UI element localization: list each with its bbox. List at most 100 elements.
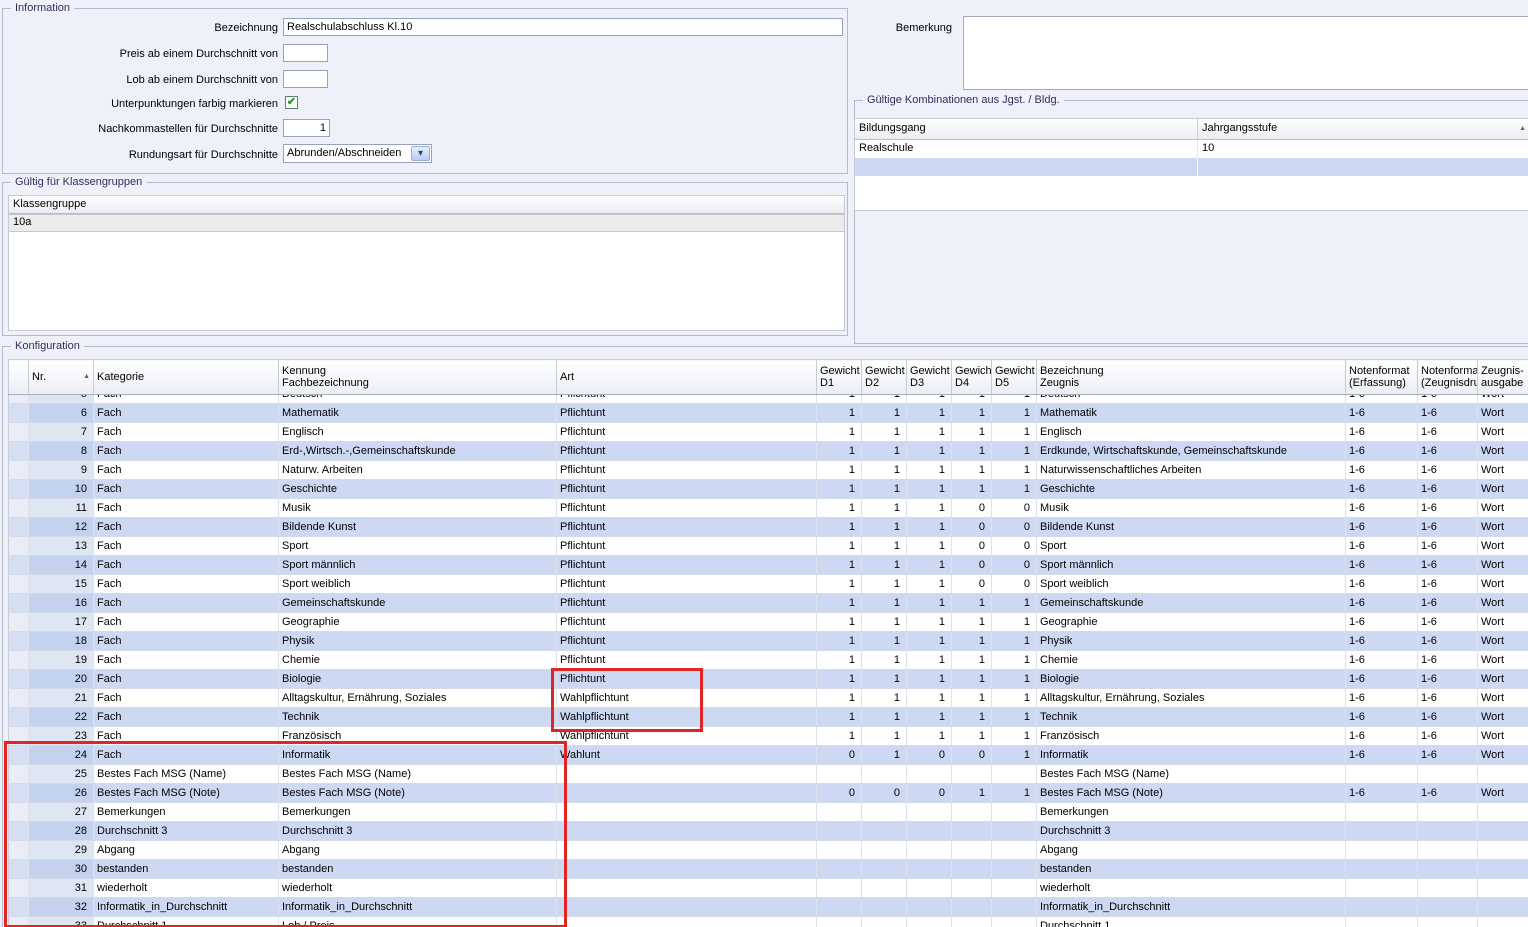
header-klassengruppe[interactable]: Klassengruppe	[9, 196, 844, 213]
konfiguration-table-row[interactable]: 21FachAlltagskultur, Ernährung, Soziales…	[9, 689, 1528, 708]
cell-nr: 13	[29, 537, 94, 556]
cell-kategorie: Fach	[94, 423, 279, 442]
header-bezeichnung-zeugnis[interactable]: Bezeichnung Zeugnis	[1037, 360, 1346, 395]
header-gewicht-d3[interactable]: GewichtD3	[907, 360, 952, 395]
cell-gewicht-d1: 1	[817, 499, 862, 518]
cell-jahrgangsstufe	[1198, 158, 1528, 176]
header-gewicht-d1[interactable]: GewichtD1	[817, 360, 862, 395]
cell-art	[557, 841, 817, 860]
kombinationen-selected-empty-row[interactable]	[855, 158, 1528, 176]
konfiguration-table-row[interactable]: 14FachSport männlichPflichtunt11100Sport…	[9, 556, 1528, 575]
preis-input[interactable]	[283, 44, 328, 62]
konfiguration-table-row[interactable]: 13FachSportPflichtunt11100Sport1-61-6Wor…	[9, 537, 1528, 556]
konfiguration-table-row[interactable]: 17FachGeographiePflichtunt11111Geographi…	[9, 613, 1528, 632]
bezeichnung-input[interactable]	[283, 18, 843, 36]
konfiguration-table-row[interactable]: 10FachGeschichtePflichtunt11111Geschicht…	[9, 480, 1528, 499]
cell-notenformat-zeugnisdruck: 1-6	[1418, 632, 1478, 651]
header-gewicht-d2[interactable]: GewichtD2	[862, 360, 907, 395]
cell-art	[557, 879, 817, 898]
header-gewicht-d5[interactable]: GewichtD5	[992, 360, 1037, 395]
cell-notenformat-erfassung: 1-6	[1346, 670, 1418, 689]
cell-bezeichnung-zeugnis: Chemie	[1037, 651, 1346, 670]
nachkommastellen-input[interactable]	[283, 119, 330, 137]
cell-gewicht-d5: 0	[992, 556, 1037, 575]
cell-nr: 29	[29, 841, 94, 860]
cell-zeugnisausgabe: Wort	[1478, 746, 1528, 765]
konfiguration-table-row[interactable]: 6FachMathematikPflichtunt11111Mathematik…	[9, 404, 1528, 423]
konfiguration-table-row[interactable]: 26Bestes Fach MSG (Note)Bestes Fach MSG …	[9, 784, 1528, 803]
konfiguration-table-row[interactable]: 30bestandenbestandenbestanden	[9, 860, 1528, 879]
lob-input[interactable]	[283, 70, 328, 88]
cell-gewicht-d2	[862, 898, 907, 917]
cell-nr: 16	[29, 594, 94, 613]
konfiguration-table-row[interactable]: 28Durchschnitt 3Durchschnitt 3Durchschni…	[9, 822, 1528, 841]
konfiguration-table-row[interactable]: 20FachBiologiePflichtunt11111Biologie1-6…	[9, 670, 1528, 689]
cell-notenformat-zeugnisdruck: 1-6	[1418, 727, 1478, 746]
header-bildungsgang[interactable]: Bildungsgang	[855, 119, 1198, 139]
cell-kategorie: Durchschnitt 3	[94, 822, 279, 841]
konfiguration-table-row[interactable]: 22FachTechnikWahlpflichtunt11111Technik1…	[9, 708, 1528, 727]
header-kennung[interactable]: Kennung Fachbezeichnung	[279, 360, 557, 395]
konfiguration-table-row[interactable]: 11FachMusikPflichtunt11100Musik1-61-6Wor…	[9, 499, 1528, 518]
header-zeugnisausgabe[interactable]: Zeugnis- ausgabe	[1478, 360, 1528, 395]
konfiguration-table-row[interactable]: 19FachChemiePflichtunt11111Chemie1-61-6W…	[9, 651, 1528, 670]
cell-kategorie: Informatik_in_Durchschnitt	[94, 898, 279, 917]
header-jahrgangsstufe[interactable]: Jahrgangsstufe ▲	[1198, 119, 1528, 139]
konfiguration-table-row[interactable]: 24FachInformatikWahlunt01001Informatik1-…	[9, 746, 1528, 765]
header-kategorie[interactable]: Kategorie	[94, 360, 279, 395]
header-art[interactable]: Art	[557, 360, 817, 395]
konfiguration-table-row[interactable]: 16FachGemeinschaftskundePflichtunt11111G…	[9, 594, 1528, 613]
klassengruppen-row[interactable]: 10a	[9, 214, 844, 232]
konfiguration-table-row[interactable]: 18FachPhysikPflichtunt11111Physik1-61-6W…	[9, 632, 1528, 651]
cell-gewicht-d2: 1	[862, 499, 907, 518]
cell-notenformat-erfassung	[1346, 803, 1418, 822]
konfiguration-table-row[interactable]: 31wiederholtwiederholtwiederholt	[9, 879, 1528, 898]
header-notenformat-erfassung[interactable]: Notenformat (Erfassung)	[1346, 360, 1418, 395]
cell-kategorie: Fach	[94, 480, 279, 499]
cell-zeugnisausgabe	[1478, 803, 1528, 822]
konfiguration-table-row[interactable]: 12FachBildende KunstPflichtunt11100Bilde…	[9, 518, 1528, 537]
rundungsart-select[interactable]: Abrunden/Abschneiden ▾	[283, 144, 432, 163]
konfiguration-table-row[interactable]: 15FachSport weiblichPflichtunt11100Sport…	[9, 575, 1528, 594]
cell-art	[557, 860, 817, 879]
cell-notenformat-zeugnisdruck: 1-6	[1418, 613, 1478, 632]
cell-notenformat-zeugnisdruck	[1418, 879, 1478, 898]
konfiguration-table-row[interactable]: 23FachFranzösischWahlpflichtunt11111Fran…	[9, 727, 1528, 746]
konfiguration-table-row[interactable]: 29AbgangAbgangAbgang	[9, 841, 1528, 860]
cell-kennung: Durchschnitt 3	[279, 822, 557, 841]
cell-gewicht-d1: 0	[817, 746, 862, 765]
cell-kennung: Lob / Preis	[279, 917, 557, 927]
row-selector	[9, 594, 29, 613]
dropdown-button[interactable]: ▾	[411, 146, 430, 161]
konfiguration-table-row[interactable]: 25Bestes Fach MSG (Name)Bestes Fach MSG …	[9, 765, 1528, 784]
bemerkung-textarea[interactable]	[963, 16, 1528, 90]
cell-kategorie: Fach	[94, 556, 279, 575]
cell-notenformat-erfassung	[1346, 898, 1418, 917]
header-notenformat-zeugnisdruck[interactable]: Notenformat (Zeugnisdruck)	[1418, 360, 1478, 395]
cell-art	[557, 765, 817, 784]
header-gewicht-d4[interactable]: GewichtD4	[952, 360, 992, 395]
konfiguration-table-row[interactable]: 9FachNaturw. ArbeitenPflichtunt11111Natu…	[9, 461, 1528, 480]
cell-gewicht-d3	[907, 841, 952, 860]
cell-art: Pflichtunt	[557, 395, 817, 404]
konfiguration-table: Nr. ▲ Kategorie Kennung Fachbezeichnung …	[8, 359, 1528, 927]
cell-gewicht-d4: 1	[952, 594, 992, 613]
cell-gewicht-d3: 1	[907, 518, 952, 537]
cell-gewicht-d2: 1	[862, 689, 907, 708]
cell-gewicht-d2: 1	[862, 404, 907, 423]
klassengruppen-table: Klassengruppe 10a	[8, 195, 845, 331]
cell-gewicht-d2: 1	[862, 423, 907, 442]
konfiguration-table-row[interactable]: 33Durchschnitt 1Lob / PreisDurchschnitt …	[9, 917, 1528, 927]
row-selector	[9, 480, 29, 499]
cell-zeugnisausgabe: Wort	[1478, 423, 1528, 442]
konfiguration-table-row[interactable]: 7FachEnglischPflichtunt11111Englisch1-61…	[9, 423, 1528, 442]
konfiguration-table-row[interactable]: 32Informatik_in_DurchschnittInformatik_i…	[9, 898, 1528, 917]
konfiguration-table-row[interactable]: 8FachErd-,Wirtsch.-,GemeinschaftskundePf…	[9, 442, 1528, 461]
cell-kennung: Gemeinschaftskunde	[279, 594, 557, 613]
kombinationen-row[interactable]: Realschule 10	[855, 140, 1528, 158]
unterpunktungen-checkbox[interactable]: ✔	[285, 96, 298, 109]
konfiguration-table-row[interactable]: 27BemerkungenBemerkungenBemerkungen	[9, 803, 1528, 822]
cell-nr: 15	[29, 575, 94, 594]
konfiguration-table-row[interactable]: 5FachDeutschPflichtunt11111Deutsch1-61-6…	[9, 395, 1528, 404]
header-nr[interactable]: Nr. ▲	[29, 360, 94, 395]
